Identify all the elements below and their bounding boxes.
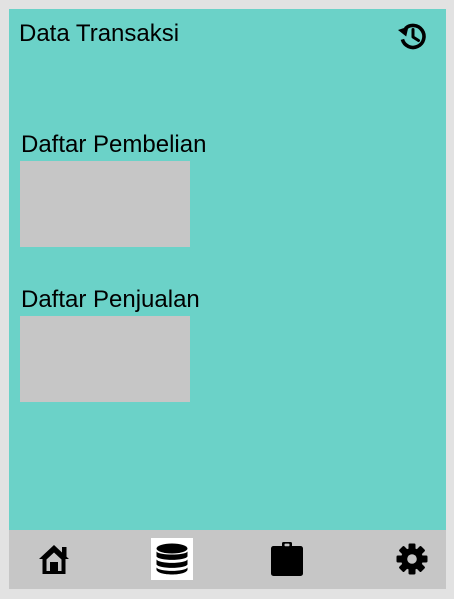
- history-button[interactable]: [395, 18, 431, 54]
- database-icon: [156, 543, 188, 575]
- bottom-nav-bar: [9, 530, 446, 589]
- penjualan-list-placeholder[interactable]: [20, 316, 190, 402]
- app-screen: Data Transaksi Daftar Pembelian Daftar P…: [9, 9, 446, 589]
- home-icon: [39, 545, 69, 574]
- history-icon: [398, 23, 426, 50]
- nav-item-database[interactable]: [151, 538, 193, 580]
- nav-item-settings[interactable]: [391, 538, 433, 580]
- page-title: Data Transaksi: [19, 20, 180, 47]
- nav-item-clipboard[interactable]: [266, 538, 308, 580]
- section-label-pembelian: Daftar Pembelian: [21, 131, 207, 158]
- gear-icon: [396, 543, 428, 575]
- section-label-penjualan: Daftar Penjualan: [21, 286, 200, 313]
- pembelian-list-placeholder[interactable]: [20, 161, 190, 247]
- clipboard-icon: [271, 542, 303, 576]
- nav-item-home[interactable]: [33, 538, 75, 580]
